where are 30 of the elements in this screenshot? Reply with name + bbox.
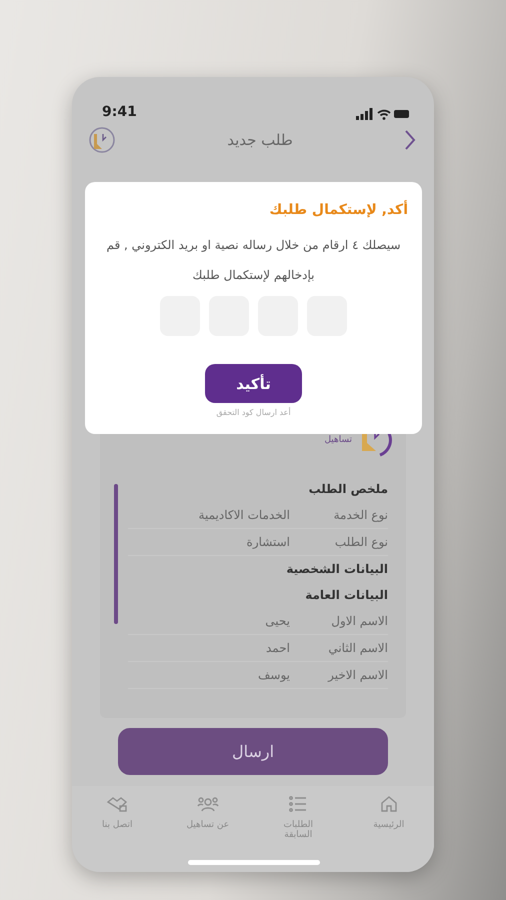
- brand-name: تساهيل: [324, 435, 352, 445]
- field-label: الاسم الثاني: [327, 641, 388, 655]
- resend-code-link[interactable]: أعد ارسال كود التحقق: [216, 408, 291, 417]
- field-value: يوسف: [258, 668, 290, 682]
- list-icon: [288, 794, 308, 814]
- page-title: طلب جديد: [227, 131, 293, 149]
- status-icons: [356, 108, 410, 120]
- send-button[interactable]: ارسال: [118, 728, 388, 775]
- back-chevron-icon[interactable]: [404, 129, 416, 151]
- field-label: نوع الخدمة: [332, 508, 388, 522]
- field-value: الخدمات الاكاديمية: [198, 508, 290, 522]
- field-value: يحيى: [265, 614, 290, 628]
- field-value: استشارة: [246, 535, 290, 549]
- nav-item[interactable]: الرئيسية: [358, 794, 419, 830]
- nav-item[interactable]: الطلبات السابقة: [268, 794, 328, 840]
- status-time: 9:41: [102, 104, 137, 120]
- nav-item[interactable]: اتصل بنا: [87, 794, 148, 830]
- home-icon: [378, 794, 399, 814]
- field-value: احمد: [266, 641, 290, 655]
- field-label: الاسم الاخير: [326, 668, 388, 682]
- section-heading: ملخص الطلب: [308, 481, 388, 498]
- field-label: الاسم الاول: [330, 614, 388, 628]
- section-heading: البيانات العامة: [304, 587, 388, 604]
- logo-icon: [88, 126, 116, 154]
- section-heading: البيانات الشخصية: [285, 561, 388, 578]
- nav-item[interactable]: عن تساهيل: [178, 794, 238, 830]
- confirm-button[interactable]: تأكيد: [205, 364, 302, 403]
- dialog-title: أكد, لإستكمال طلبك: [268, 202, 408, 218]
- dialog-message: سيصلك ٤ ارقام من خلال رساله نصية او بريد الكتروني , قم بإدخالهم لإستكمال طلبك: [105, 237, 402, 284]
- field-label: نوع الطلب: [334, 535, 388, 549]
